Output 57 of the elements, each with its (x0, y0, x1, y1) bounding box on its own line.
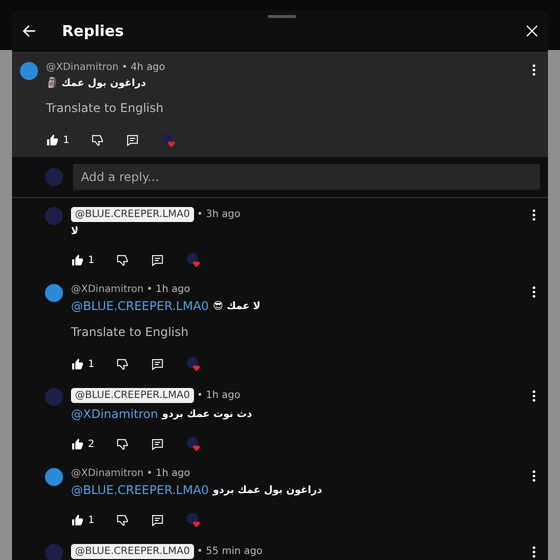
mention-link[interactable]: @BLUE.CREEPER.LMA0 (71, 483, 209, 497)
comment-text: دث نوت عمك بردو (162, 408, 252, 420)
more-options-icon[interactable] (532, 390, 536, 402)
panel-title: Replies (62, 22, 124, 40)
author-name[interactable]: @XDinamitron (71, 468, 144, 479)
reply-icon[interactable] (151, 358, 164, 370)
more-options-icon[interactable] (532, 64, 536, 76)
like-icon[interactable] (46, 134, 59, 146)
translate-link[interactable]: Translate to English (71, 325, 524, 339)
dislike-icon[interactable] (116, 254, 130, 266)
reply-icon[interactable] (151, 254, 164, 266)
comment-text: دراغون بول عمك 🗿 (46, 77, 146, 89)
more-options-icon[interactable] (532, 470, 536, 482)
reply-icon[interactable] (151, 438, 164, 450)
back-arrow-icon[interactable] (22, 24, 36, 38)
comment-time: • 1h ago (146, 468, 190, 479)
dislike-icon[interactable] (116, 514, 130, 526)
reply-icon[interactable] (126, 134, 140, 146)
like-count: 2 (88, 438, 94, 450)
more-options-icon[interactable] (532, 286, 536, 298)
like-count: 1 (88, 358, 94, 370)
mention-link[interactable]: @BLUE.CREEPER.LMA0 (71, 299, 209, 313)
reply-input-field[interactable]: Add a reply... (73, 164, 540, 190)
dislike-icon[interactable] (91, 134, 104, 146)
like-icon[interactable] (71, 438, 84, 450)
reply-icon[interactable] (151, 514, 164, 526)
comment-time: • 1h ago (146, 284, 190, 295)
like-icon[interactable] (71, 358, 84, 370)
avatar-icon (45, 168, 63, 186)
like-icon[interactable] (71, 254, 84, 266)
comment-text: لا (71, 226, 78, 237)
drag-handle[interactable] (268, 15, 296, 18)
comment-time: • 4h ago (122, 62, 166, 73)
like-count: 1 (63, 134, 70, 146)
avatar-icon[interactable] (45, 468, 63, 486)
dislike-icon[interactable] (116, 438, 130, 450)
comment-text: لا عمك 😎 (212, 300, 260, 312)
dislike-icon[interactable] (116, 358, 130, 370)
comment-time: • 55 min ago (196, 546, 262, 557)
like-icon[interactable] (71, 514, 84, 526)
avatar-icon[interactable] (20, 62, 38, 80)
avatar-icon[interactable] (45, 284, 63, 302)
comment-time: • 3h ago (196, 209, 240, 220)
author-name[interactable]: @BLUE.CREEPER.LMA0 (71, 207, 194, 222)
comment-text: دراغون بول عمك بردو (212, 484, 322, 496)
comment-time: • 1h ago (196, 390, 240, 401)
translate-link[interactable]: Translate to English (46, 101, 524, 115)
author-name[interactable]: @XDinamitron (46, 62, 119, 73)
author-name[interactable]: @XDinamitron (71, 284, 144, 295)
like-count: 1 (88, 254, 94, 266)
close-icon[interactable] (526, 25, 538, 37)
more-options-icon[interactable] (532, 209, 536, 221)
mention-link[interactable]: @XDinamitron (71, 407, 158, 421)
author-name[interactable]: @BLUE.CREEPER.LMA0 (71, 544, 194, 559)
like-count: 1 (88, 514, 94, 526)
author-name[interactable]: @BLUE.CREEPER.LMA0 (71, 388, 194, 403)
more-options-icon[interactable] (532, 546, 536, 558)
